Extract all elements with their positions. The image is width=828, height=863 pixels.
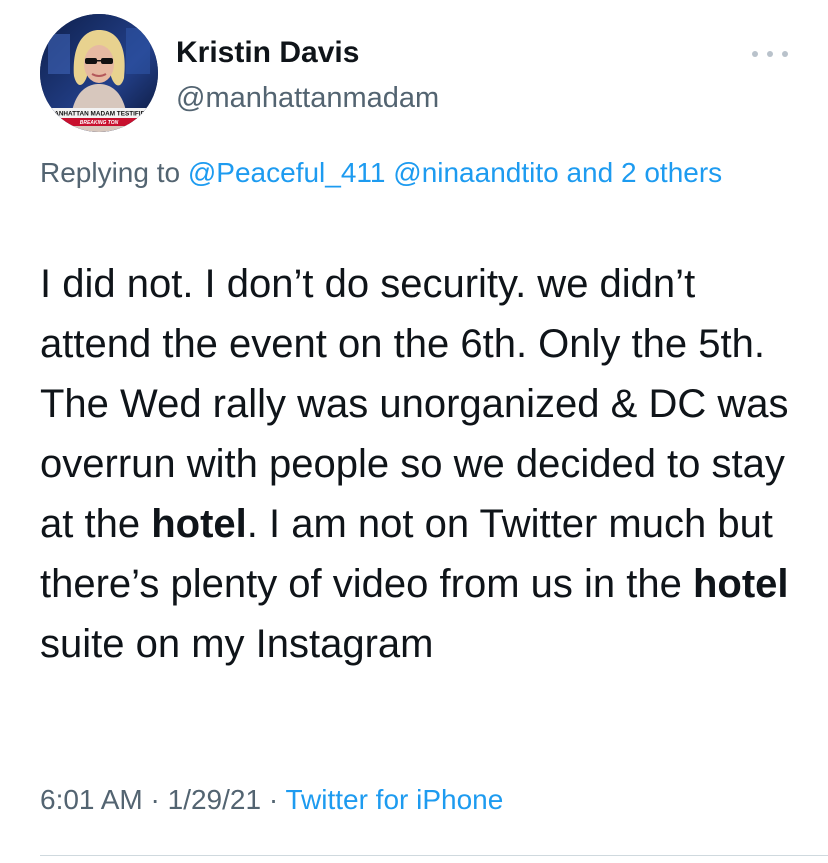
- tweet-text: I did not. I don’t do security. we didn’…: [40, 254, 810, 674]
- tweet-date: 1/29/21: [167, 784, 262, 815]
- dot: [782, 51, 788, 57]
- tweet-text-part: suite on my Instagram: [40, 622, 434, 666]
- avatar-caption: MANHATTAN MADAM TESTIFIES: [49, 111, 150, 118]
- avatar-ticker: BREAKING TON: [80, 120, 119, 126]
- highlighted-term: hotel: [151, 502, 247, 546]
- tweet: MANHATTAN MADAM TESTIFIES BREAKING TON K…: [0, 0, 828, 863]
- and-others-link[interactable]: and 2 others: [566, 157, 722, 188]
- mention-link[interactable]: @ninaandtito: [393, 157, 558, 188]
- mention-link[interactable]: @Peaceful_411: [188, 157, 386, 188]
- author-name[interactable]: Kristin Davis: [176, 36, 359, 70]
- separator: ·: [150, 784, 160, 815]
- replying-to: Replying to @Peaceful_411 @ninaandtito a…: [40, 150, 780, 196]
- tweet-time: 6:01 AM: [40, 784, 143, 815]
- others-count: 2 others: [620, 157, 723, 188]
- tweet-meta: 6:01 AM · 1/29/21 · Twitter for iPhone: [40, 784, 503, 816]
- separator: ·: [268, 784, 279, 815]
- and-text: and: [566, 157, 614, 188]
- dot: [752, 51, 758, 57]
- highlighted-term: hotel: [692, 562, 789, 606]
- dot: [767, 51, 773, 57]
- divider: [40, 855, 828, 856]
- more-horizontal-icon[interactable]: [752, 44, 788, 64]
- timestamp[interactable]: 6:01 AM · 1/29/21: [40, 784, 261, 815]
- avatar[interactable]: MANHATTAN MADAM TESTIFIES BREAKING TON: [40, 14, 158, 132]
- avatar-image: MANHATTAN MADAM TESTIFIES BREAKING TON: [40, 14, 158, 132]
- replying-to-label: Replying to: [40, 157, 181, 188]
- author-handle[interactable]: @manhattanmadam: [176, 82, 439, 115]
- tweet-source-link[interactable]: Twitter for iPhone: [285, 784, 503, 815]
